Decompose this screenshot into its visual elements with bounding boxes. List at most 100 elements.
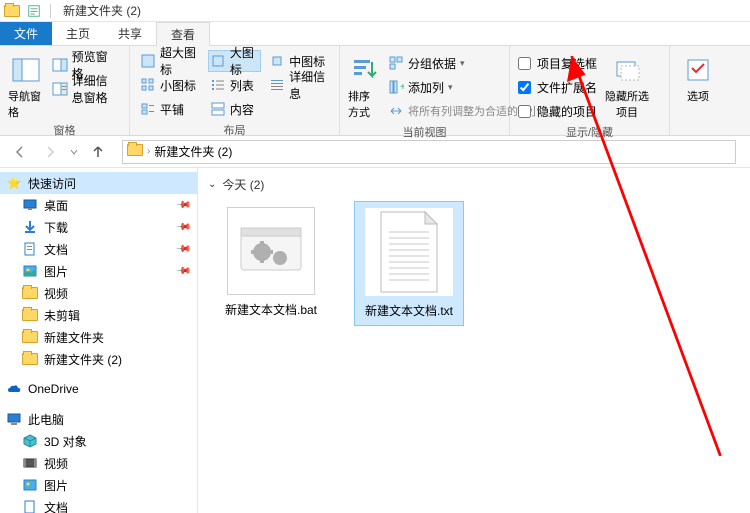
hide-icon xyxy=(611,54,643,86)
folder-icon xyxy=(22,307,38,323)
file-ext-checkbox[interactable]: 文件扩展名 xyxy=(518,76,597,98)
chevron-right-icon[interactable]: › xyxy=(147,146,150,157)
hidden-items-label: 隐藏的项目 xyxy=(537,103,597,120)
add-columns-label: 添加列 xyxy=(408,79,444,96)
list-icon xyxy=(210,77,226,93)
desktop-icon xyxy=(22,197,38,213)
sidebar-item-documents[interactable]: 文档📌 xyxy=(0,238,197,260)
3d-objects-icon xyxy=(22,433,38,449)
group-by-icon xyxy=(388,55,404,71)
file-items: 新建文本文档.bat xyxy=(208,201,740,326)
recent-locations-button[interactable] xyxy=(68,140,80,164)
sidebar-item-this-pc[interactable]: 此电脑 xyxy=(0,408,197,430)
bat-file-icon xyxy=(227,207,315,295)
layout-details-label: 详细信息 xyxy=(289,68,329,102)
layout-small-button[interactable]: 小图标 xyxy=(138,74,202,96)
hidden-items-checkbox[interactable]: 隐藏的项目 xyxy=(518,100,597,122)
tab-file[interactable]: 文件 xyxy=(0,22,52,45)
file-item-bat[interactable]: 新建文本文档.bat xyxy=(216,201,326,326)
documents-icon xyxy=(22,241,38,257)
onedrive-label: OneDrive xyxy=(28,382,79,396)
details-icon xyxy=(269,77,285,93)
sidebar-item-desktop[interactable]: 桌面📌 xyxy=(0,194,197,216)
address-bar: › 新建文件夹 (2) xyxy=(0,136,750,168)
sidebar-item-pc-documents[interactable]: 文档 xyxy=(0,496,197,513)
pictures-icon xyxy=(22,263,38,279)
layout-large-label: 大图标 xyxy=(230,44,259,78)
sidebar-item-new-folder-2[interactable]: 新建文件夹 (2) xyxy=(0,348,197,370)
up-button[interactable] xyxy=(86,140,110,164)
file-list-pane[interactable]: ⌄ 今天 (2) xyxy=(198,168,750,513)
item-checkboxes-checkbox[interactable]: 项目复选框 xyxy=(518,52,597,74)
back-button[interactable] xyxy=(8,140,32,164)
extra-large-icon xyxy=(140,53,156,69)
hide-selected-button[interactable]: 隐藏所选项目 xyxy=(603,50,651,120)
group-header-today[interactable]: ⌄ 今天 (2) xyxy=(208,172,740,201)
layout-small-label: 小图标 xyxy=(160,77,196,94)
sidebar-item-videos[interactable]: 视频 xyxy=(0,282,197,304)
file-ext-label: 文件扩展名 xyxy=(537,79,597,96)
separator xyxy=(50,4,51,18)
group-options: 选项 xyxy=(670,46,726,135)
small-icons-icon xyxy=(140,77,156,93)
breadcrumb-segment[interactable]: 新建文件夹 (2) xyxy=(154,143,232,160)
file-name-label: 新建文本文档.bat xyxy=(225,301,317,318)
layout-extra-large-label: 超大图标 xyxy=(160,44,200,78)
file-ext-input[interactable] xyxy=(518,81,531,94)
sidebar-item-onedrive[interactable]: OneDrive xyxy=(0,378,197,400)
item-checkboxes-input[interactable] xyxy=(518,57,531,70)
nav-pane-label: 导航窗格 xyxy=(8,88,44,120)
tab-view[interactable]: 查看 xyxy=(156,22,210,46)
file-name-label: 新建文本文档.txt xyxy=(365,302,453,319)
onedrive-icon xyxy=(6,381,22,397)
folder-icon xyxy=(22,285,38,301)
options-button[interactable]: 选项 xyxy=(678,50,718,104)
medium-icons-icon xyxy=(269,53,285,69)
sort-button[interactable]: 排序方式 xyxy=(348,50,380,120)
sidebar-item-uncut[interactable]: 未剪辑 xyxy=(0,304,197,326)
nav-pane-button[interactable]: 导航窗格 xyxy=(8,50,44,120)
sidebar-item-pc-videos[interactable]: 视频 xyxy=(0,452,197,474)
sidebar-item-3d-objects[interactable]: 3D 对象 xyxy=(0,430,197,452)
hidden-items-input[interactable] xyxy=(518,105,531,118)
sidebar-item-quick-access[interactable]: ⭐快速访问 xyxy=(0,172,197,194)
title-bar: 新建文件夹 (2) xyxy=(0,0,750,22)
forward-button[interactable] xyxy=(38,140,62,164)
pc-videos-label: 视频 xyxy=(44,455,68,472)
folder-icon xyxy=(22,329,38,345)
layout-extra-large-button[interactable]: 超大图标 xyxy=(138,50,202,72)
group-options-label xyxy=(678,119,718,133)
pictures-label: 图片 xyxy=(44,263,68,280)
layout-content-button[interactable]: 内容 xyxy=(208,98,261,120)
downloads-icon xyxy=(22,219,38,235)
group-header-label: 今天 (2) xyxy=(222,176,264,193)
svg-text:+: + xyxy=(400,82,404,93)
pin-icon: 📌 xyxy=(174,219,191,236)
pictures-icon xyxy=(22,477,38,493)
breadcrumb[interactable]: › 新建文件夹 (2) xyxy=(122,140,736,164)
sidebar-item-downloads[interactable]: 下载📌 xyxy=(0,216,197,238)
tab-share[interactable]: 共享 xyxy=(104,22,156,45)
options-label: 选项 xyxy=(687,88,709,104)
layout-list-button[interactable]: 列表 xyxy=(208,74,261,96)
layout-large-button[interactable]: 大图标 xyxy=(208,50,261,72)
sidebar-item-pictures[interactable]: 图片📌 xyxy=(0,260,197,282)
group-current-view-label: 当前视图 xyxy=(348,122,501,140)
hide-selected-label: 隐藏所选项目 xyxy=(603,88,651,120)
videos-icon xyxy=(22,455,38,471)
file-item-txt[interactable]: 新建文本文档.txt xyxy=(354,201,464,326)
tab-home[interactable]: 主页 xyxy=(52,22,104,45)
txt-file-icon xyxy=(365,208,453,296)
layout-tiles-button[interactable]: 平铺 xyxy=(138,98,202,120)
pc-documents-label: 文档 xyxy=(44,499,68,513)
sidebar-item-pc-pictures[interactable]: 图片 xyxy=(0,474,197,496)
properties-icon[interactable] xyxy=(26,3,42,19)
details-pane-button[interactable]: 详细信息窗格 xyxy=(50,78,121,100)
desktop-label: 桌面 xyxy=(44,197,68,214)
group-current-view: 排序方式 分组依据▾ +添加列▾ 将所有列调整为合适的大小 当前视图 xyxy=(340,46,510,135)
content-icon xyxy=(210,101,226,117)
sidebar-item-new-folder[interactable]: 新建文件夹 xyxy=(0,326,197,348)
window-title: 新建文件夹 (2) xyxy=(63,2,141,19)
navigation-pane[interactable]: ⭐快速访问 桌面📌 下载📌 文档📌 图片📌 视频 未剪辑 新建文件夹 新建文件夹… xyxy=(0,168,198,513)
layout-details-button[interactable]: 详细信息 xyxy=(267,74,331,96)
